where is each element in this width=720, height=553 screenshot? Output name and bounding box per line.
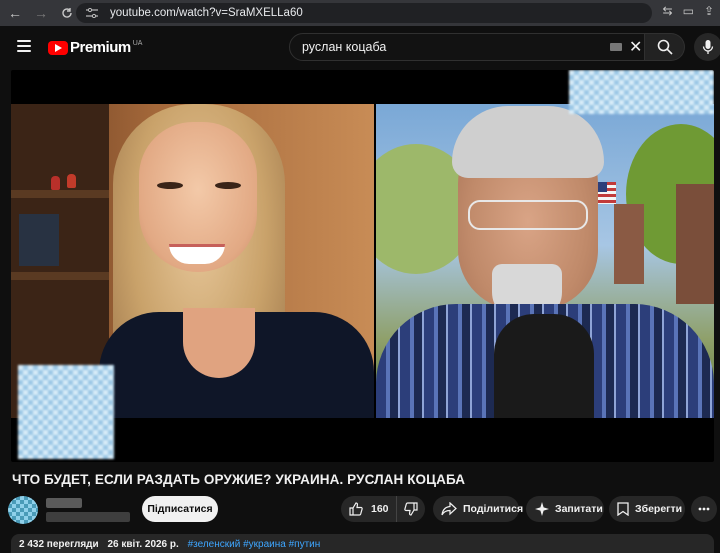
logo-text: Premium [70, 39, 131, 56]
subscribe-button[interactable]: Підписатися [142, 496, 218, 522]
address-bar[interactable]: youtube.com/watch?v=SraMXELLa60 [76, 3, 652, 23]
cast-icon[interactable]: ▭ [683, 4, 694, 18]
search-button[interactable] [645, 33, 685, 61]
clear-search-icon[interactable]: ✕ [629, 37, 642, 57]
channel-avatar[interactable] [8, 496, 38, 524]
keyboard-icon[interactable] [610, 43, 622, 51]
reload-icon [62, 8, 72, 18]
site-settings-icon[interactable] [86, 6, 100, 20]
reload-button[interactable] [56, 2, 78, 24]
channel-name-redacted[interactable] [46, 498, 82, 508]
masthead: Premium UA руслан коцаба ✕ [0, 26, 720, 70]
ask-label: Запитати [555, 503, 603, 515]
bookmark-icon [617, 502, 629, 516]
thumbs-up-icon [349, 502, 363, 516]
voice-search-button[interactable] [694, 33, 720, 61]
dislike-button[interactable] [397, 502, 425, 516]
like-dislike-group: 160 [341, 496, 425, 522]
browser-toolbar: ← → youtube.com/watch?v=SraMXELLa60 ⇆ ▭ … [0, 0, 720, 26]
like-button[interactable]: 160 [341, 496, 397, 522]
microphone-icon [702, 40, 714, 54]
share-icon [441, 502, 457, 516]
blurred-logo [18, 365, 114, 459]
share-page-icon[interactable]: ⇪ [704, 4, 714, 18]
forward-button[interactable]: → [30, 2, 52, 24]
blurred-watermark [569, 70, 714, 114]
like-count: 160 [371, 503, 389, 515]
share-button[interactable]: Поділитися [433, 496, 523, 522]
url-text: youtube.com/watch?v=SraMXELLa60 [110, 7, 303, 19]
ask-button[interactable]: Запитати [526, 496, 604, 522]
description-box[interactable]: 2 432 перегляди 26 квіт. 2026 р. #зеленс… [11, 534, 714, 553]
save-button[interactable]: Зберегти [609, 496, 685, 522]
search-icon [657, 39, 673, 55]
video-title: ЧТО БУДЕТ, ЕСЛИ РАЗДАТЬ ОРУЖИЕ? УКРАИНА.… [12, 472, 466, 487]
view-count: 2 432 перегляди [19, 539, 99, 550]
search-query: руслан коцаба [302, 40, 387, 54]
sparkle-icon [535, 502, 549, 516]
video-player[interactable] [11, 70, 714, 462]
hashtags[interactable]: #зеленский #украина #путин [188, 539, 321, 550]
upload-date: 26 квіт. 2026 р. [107, 539, 179, 550]
translate-icon[interactable]: ⇆ [663, 4, 673, 18]
more-actions-button[interactable] [691, 496, 717, 522]
search-input[interactable]: руслан коцаба ✕ [289, 33, 645, 61]
flag [598, 182, 616, 204]
logo-country-code: UA [132, 39, 143, 47]
save-label: Зберегти [635, 503, 683, 515]
youtube-play-icon [48, 40, 68, 55]
thumbs-down-icon [404, 502, 418, 516]
back-button[interactable]: ← [4, 2, 26, 24]
channel-actions-row: Підписатися 160 Поділитися Запитати Збер… [0, 494, 720, 526]
menu-icon[interactable] [17, 40, 31, 52]
browser-actions: ⇆ ▭ ⇪ [663, 4, 714, 18]
more-horizontal-icon [698, 507, 710, 511]
share-label: Поділитися [463, 503, 524, 515]
subscriber-count-redacted [46, 512, 130, 522]
youtube-premium-logo[interactable]: Premium UA [48, 39, 142, 56]
video-pane-right [376, 104, 714, 418]
